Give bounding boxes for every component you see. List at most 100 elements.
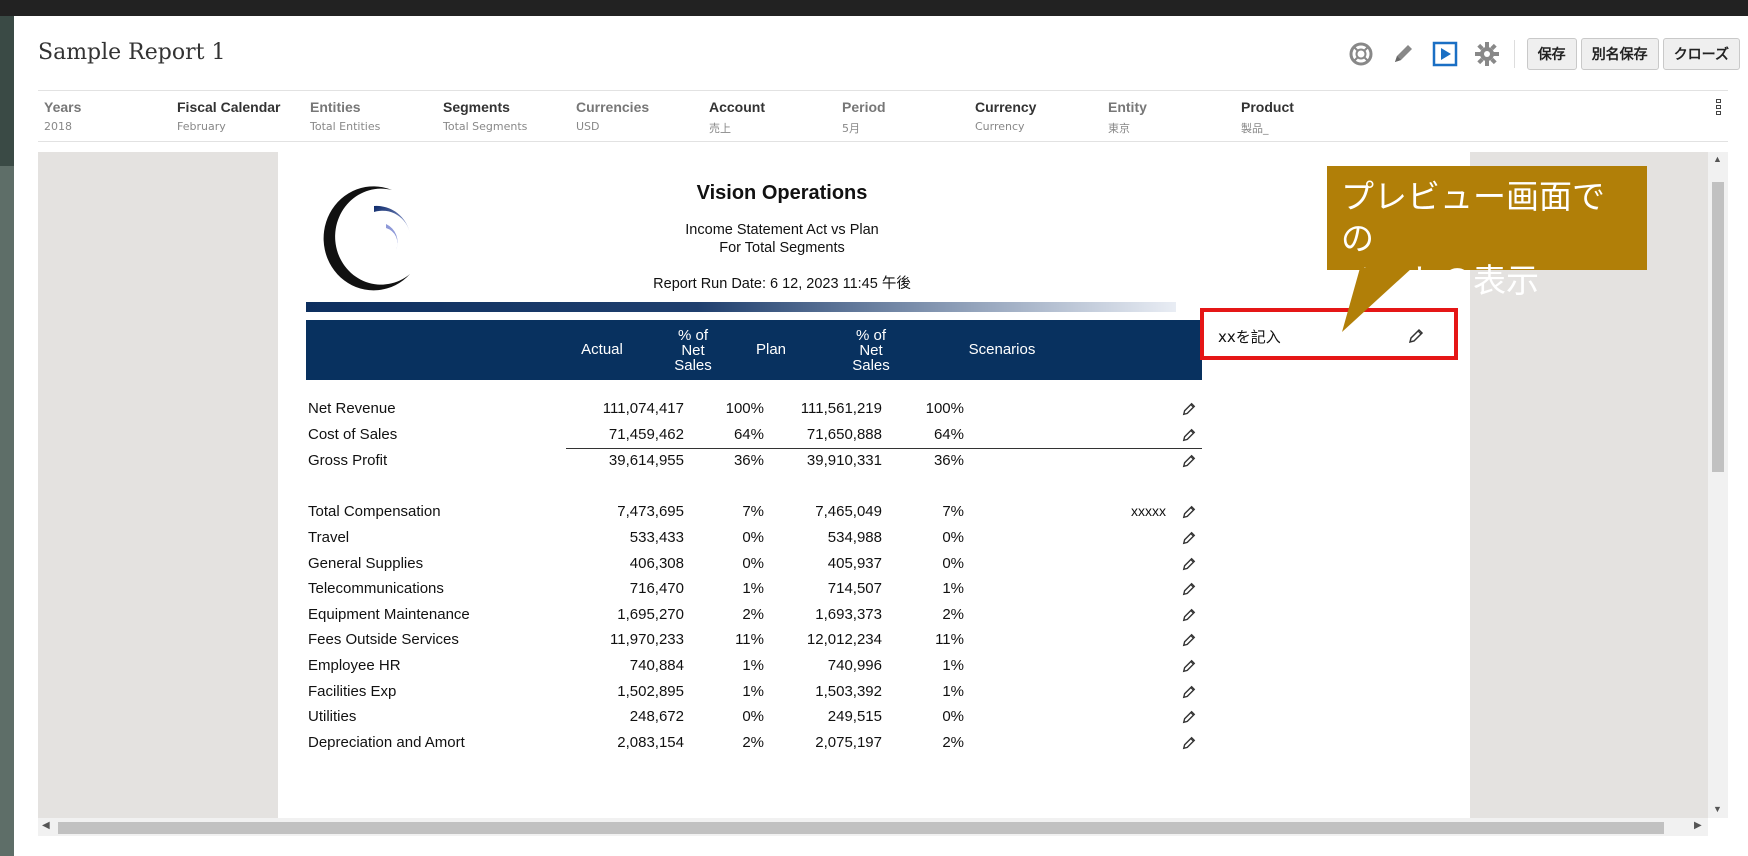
pov-entities[interactable]: Entities Total Entities [310,99,380,133]
actual-value: 740,884 [629,657,684,674]
pov-segments[interactable]: Segments Total Segments [443,99,527,133]
header-gradient-bar [306,302,1176,312]
pov-account[interactable]: Account 売上 [709,99,765,136]
pct-net-sales-value: 0% [942,555,964,572]
pov-value: Total Entities [310,120,381,133]
edit-note-icon[interactable] [1182,557,1196,575]
pov-product[interactable]: Product 製品_ [1241,99,1294,136]
pov-label: Account [709,99,765,115]
pct-net-sales-value: 100% [925,400,964,417]
edit-note-icon[interactable] [1182,531,1196,549]
pct-net-sales-value: 0% [942,708,964,725]
table-row: Fees Outside Services 11,970,233 11% 12,012… [306,627,1202,653]
horizontal-scrollbar[interactable]: ◀ ▶ [38,818,1708,836]
pov-value: USD [576,120,600,133]
pov-menu-icon[interactable] [1716,99,1722,117]
pov-period[interactable]: Period 5月 [842,99,886,136]
pct-net-sales-value: 2% [742,606,764,623]
table-row: Gross Profit 39,614,955 36% 39,910,331 36% [306,448,1202,474]
edit-note-icon[interactable] [1182,633,1196,651]
row-label: Cost of Sales [308,426,398,443]
toolbar-divider [1513,40,1515,68]
pct-net-sales-value: 0% [742,708,764,725]
action-buttons: 保存 別名保存 クローズ [1526,38,1740,70]
scenario-note: xxxxx [1131,503,1166,519]
play-icon[interactable] [1430,39,1460,69]
actual-value: 2,083,154 [617,734,684,751]
edit-note-icon[interactable] [1182,736,1196,754]
pov-currency[interactable]: Currency Currency [975,99,1036,133]
actual-value: 1,695,270 [617,606,684,623]
report-title: Vision Operations [696,182,868,204]
save-button[interactable]: 保存 [1526,38,1577,70]
report-subtitle: For Total Segments [719,240,845,256]
edit-note-icon[interactable] [1182,608,1196,626]
scroll-down-icon[interactable]: ▼ [1713,804,1722,814]
plan-value: 534,988 [827,529,882,546]
scroll-thumb[interactable] [1712,182,1724,472]
row-label: Utilities [308,708,357,725]
edit-note-icon[interactable] [1182,428,1196,446]
row-label: Travel [308,529,350,546]
pov-value: February [177,120,226,133]
actual-value: 248,672 [629,708,684,725]
scroll-right-icon[interactable]: ▶ [1694,820,1702,831]
row-label: General Supplies [308,555,424,572]
actual-value: 533,433 [629,529,684,546]
pct-net-sales-value: 7% [942,503,964,520]
scroll-up-icon[interactable]: ▲ [1713,154,1722,164]
pov-value: 2018 [44,120,72,133]
pov-value: 東京 [1108,122,1130,135]
row-label: Net Revenue [308,400,396,417]
pct-net-sales-value: 2% [942,734,964,751]
plan-value: 1,503,392 [815,683,882,700]
report-dialog: Sample Report 1 保存 別名保存 クローズ Years 2018 F… [14,16,1748,856]
edit-note-icon[interactable] [1182,685,1196,703]
row-label: Facilities Exp [308,683,397,700]
edit-note-icon[interactable] [1182,582,1196,600]
pov-fiscal-calendar[interactable]: Fiscal Calendar February [177,99,281,133]
pct-net-sales-value: 2% [742,734,764,751]
save-as-button[interactable]: 別名保存 [1580,38,1659,70]
plan-value: 249,515 [827,708,882,725]
scroll-thumb[interactable] [58,822,1664,834]
pencil-icon[interactable] [1388,39,1418,69]
pov-currencies[interactable]: Currencies USD [576,99,649,133]
pov-value: 5月 [842,122,860,135]
col-header-scenarios: Scenarios [968,341,1036,358]
row-label: Fees Outside Services [308,631,459,648]
edit-note-icon[interactable] [1182,454,1196,472]
edit-note-icon[interactable] [1182,402,1196,420]
row-label: Depreciation and Amort [308,734,465,751]
column-header-row: Actual % of Net Sales Plan % of Net Sales Sc… [306,320,1202,380]
table-row: Travel 533,433 0% 534,988 0% [306,525,1202,551]
gear-icon[interactable] [1472,39,1502,69]
pct-net-sales-value: 1% [942,683,964,700]
pov-entity[interactable]: Entity 東京 [1108,99,1147,136]
table-row: Cost of Sales 71,459,462 64% 71,650,888 64% [306,422,1202,448]
table-row: Net Revenue 111,074,417 100% 111,561,219 100… [306,396,1202,422]
pct-net-sales-value: 11% [935,631,964,648]
edit-note-icon[interactable] [1182,710,1196,728]
row-label: Total Compensation [308,503,441,520]
pov-years[interactable]: Years 2018 [44,99,81,133]
scroll-left-icon[interactable]: ◀ [42,820,50,831]
table-row: Depreciation and Amort 2,083,154 2% 2,075,1… [306,730,1202,756]
actual-value: 11,970,233 [610,631,684,648]
pct-net-sales-value: 64% [733,426,764,443]
note-text: xxを記入 [1218,328,1281,346]
row-label: Gross Profit [308,452,388,469]
plan-value: 740,996 [827,657,882,674]
pct-net-sales-value: 36% [733,452,764,469]
pct-net-sales-value: 1% [742,657,764,674]
pov-label: Entity [1108,99,1147,115]
close-button[interactable]: クローズ [1662,38,1740,70]
edit-note-icon[interactable] [1182,505,1196,523]
lifebuoy-icon[interactable] [1346,39,1376,69]
page-title: Sample Report 1 [38,40,226,65]
vertical-scrollbar[interactable]: ▲ ▼ [1708,152,1728,818]
plan-value: 39,910,331 [806,452,882,469]
edit-note-icon[interactable] [1182,659,1196,677]
pct-net-sales-value: 1% [942,657,964,674]
pov-bar: Years 2018 Fiscal Calendar February Entiti… [38,90,1728,142]
